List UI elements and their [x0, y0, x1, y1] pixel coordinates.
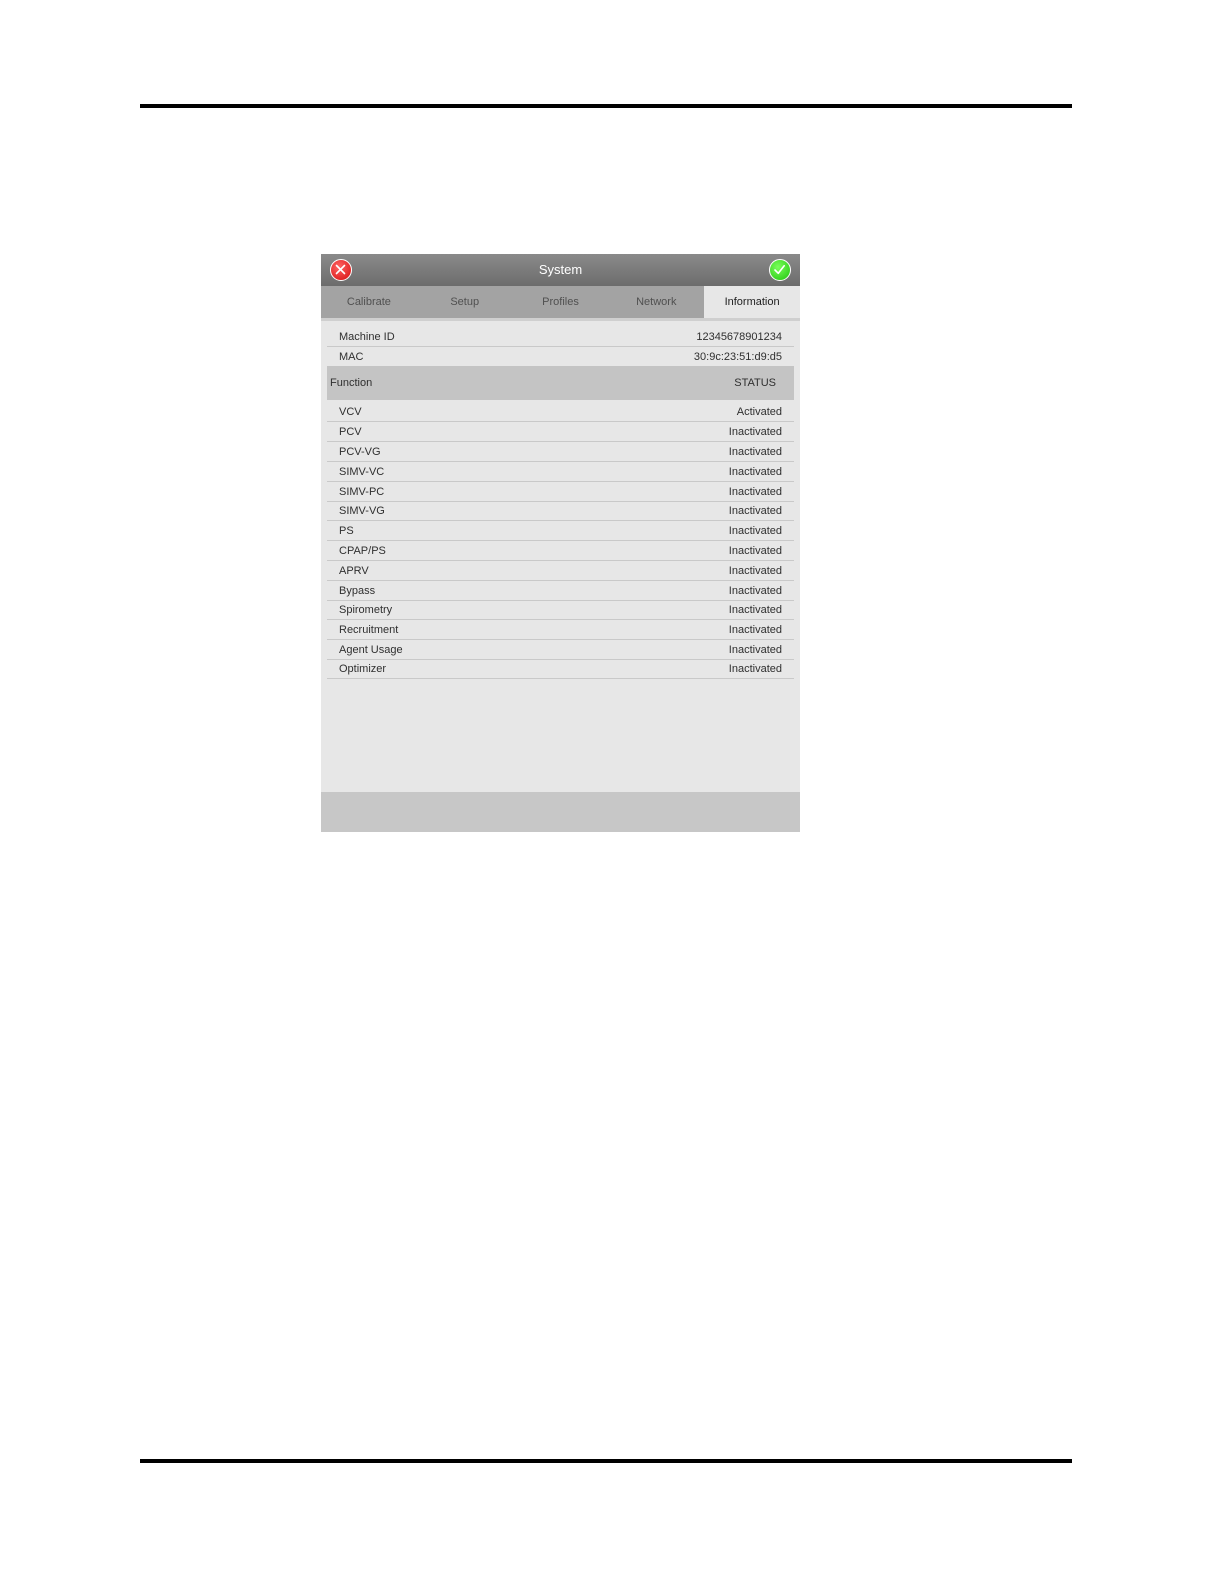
header-rule: [140, 104, 1072, 108]
function-status: Inactivated: [728, 466, 782, 478]
tab-calibrate[interactable]: Calibrate: [321, 286, 417, 318]
function-status: Inactivated: [728, 585, 782, 597]
table-row: CPAP/PS Inactivated: [327, 541, 794, 561]
mac-value: 30:9c:23:51:d9:d5: [693, 351, 782, 363]
tab-bar: Calibrate Setup Profiles Network Informa…: [321, 286, 800, 318]
table-row: SIMV-VC Inactivated: [327, 462, 794, 482]
function-status: Inactivated: [728, 505, 782, 517]
function-name: SIMV-VG: [339, 505, 385, 517]
function-status: Activated: [736, 406, 782, 418]
tab-network[interactable]: Network: [608, 286, 704, 318]
table-row: PS Inactivated: [327, 521, 794, 541]
table-row: SIMV-PC Inactivated: [327, 482, 794, 502]
table-row: PCV Inactivated: [327, 422, 794, 442]
dialog-title: System: [538, 262, 583, 277]
function-status: Inactivated: [728, 426, 782, 438]
machine-id-label: Machine ID: [339, 331, 395, 343]
tab-profiles[interactable]: Profiles: [513, 286, 609, 318]
table-row: Recruitment Inactivated: [327, 620, 794, 640]
function-name: SIMV-VC: [339, 466, 385, 478]
function-status: Inactivated: [728, 525, 782, 537]
function-status: Inactivated: [728, 624, 782, 636]
mac-row: MAC 30:9c:23:51:d9:d5: [327, 347, 794, 367]
function-name: SIMV-PC: [339, 486, 385, 498]
dialog-footer: [321, 792, 800, 832]
function-name: VCV: [339, 406, 362, 418]
function-name: APRV: [339, 565, 369, 577]
table-row: SIMV-VG Inactivated: [327, 501, 794, 521]
function-status: Inactivated: [728, 446, 782, 458]
function-name: PCV: [339, 426, 362, 438]
system-dialog: System Calibrate Setup Profiles Network …: [321, 254, 800, 832]
function-status: Inactivated: [728, 644, 782, 656]
function-name: Spirometry: [339, 604, 393, 616]
machine-id-row: Machine ID 12345678901234: [327, 327, 794, 347]
mac-label: MAC: [339, 351, 364, 363]
function-status: Inactivated: [728, 486, 782, 498]
confirm-button[interactable]: [769, 259, 791, 281]
function-status: Inactivated: [728, 545, 782, 557]
table-row: APRV Inactivated: [327, 561, 794, 581]
table-row: Optimizer Inactivated: [327, 659, 794, 679]
function-status: Inactivated: [728, 663, 782, 675]
tab-setup[interactable]: Setup: [417, 286, 513, 318]
function-name: Bypass: [339, 585, 376, 597]
table-row: Agent Usage Inactivated: [327, 640, 794, 660]
function-status: Inactivated: [728, 604, 782, 616]
function-name: PS: [339, 525, 354, 537]
tab-information[interactable]: Information: [704, 286, 800, 318]
footer-rule: [140, 1459, 1072, 1463]
function-name: PCV-VG: [339, 446, 381, 458]
title-bar: System: [321, 254, 800, 286]
checkmark-icon: [774, 265, 785, 275]
table-row: Spirometry Inactivated: [327, 600, 794, 620]
table-row: PCV-VG Inactivated: [327, 442, 794, 462]
function-name: CPAP/PS: [339, 545, 386, 557]
tab-divider: [321, 318, 800, 321]
function-status: Inactivated: [728, 565, 782, 577]
function-name: Optimizer: [339, 663, 387, 675]
function-name: Agent Usage: [339, 644, 403, 656]
function-name: Recruitment: [339, 624, 399, 636]
function-column-header: Function: [330, 377, 373, 389]
function-table-header: Function STATUS: [327, 366, 794, 400]
machine-id-value: 12345678901234: [696, 331, 782, 343]
table-row: VCV Activated: [327, 402, 794, 422]
status-column-header: STATUS: [734, 377, 776, 389]
table-row: Bypass Inactivated: [327, 581, 794, 601]
